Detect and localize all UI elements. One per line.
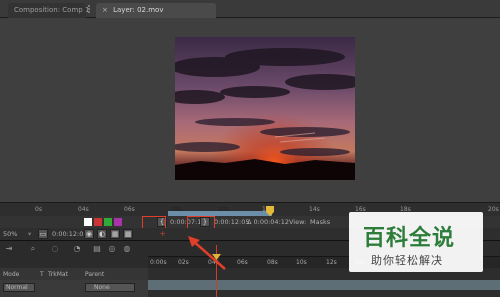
out-time: 0:00:12:05 [214,218,250,226]
view-dropdown[interactable]: Masks [310,218,330,226]
cursor-icon: ✛ [160,230,166,238]
ruler-tick: 10s [218,206,229,213]
timeline-tick: 08s [267,259,278,266]
t-column-label: T [40,271,44,278]
layer-duration-bar[interactable] [148,280,500,290]
mode-column-label: Mode [3,271,20,278]
parent-column-label: Parent [85,271,105,278]
watermark-subtitle: 助你轻松解决 [371,254,443,267]
search-icon[interactable]: ⌕ [28,244,38,254]
hide-shy-layers-icon[interactable]: ◔ [72,244,82,254]
layer-viewer[interactable] [0,18,500,202]
transparency-grid-icon[interactable]: ▩ [123,229,133,239]
tab-grip-icon[interactable] [88,5,94,13]
camera-icon[interactable]: ◉ [84,229,94,239]
fit-icon[interactable]: ▭ [38,229,48,239]
chevron-down-icon[interactable]: ▾ [28,230,31,238]
red-channel-icon[interactable] [94,218,102,226]
time-display[interactable]: 0:00:12:05 [52,230,88,238]
ruler-tick: 0s [35,206,42,213]
white-swatch-icon[interactable] [84,218,92,226]
duration: Δ 0:00:04:12 [247,218,290,226]
trkmat-column-label: TrkMat [48,271,68,278]
tab-layer-label: Layer: 02.mov [113,6,164,14]
ruler-tick: 06s [124,206,135,213]
tab-composition[interactable]: Composition: Comp 1 [8,3,90,18]
layer-row[interactable]: Normal None [0,280,148,297]
ruler-tick: 04s [78,206,89,213]
grid-icon[interactable]: ▦ [110,229,120,239]
mode-dropdown[interactable]: Normal [3,283,35,292]
motion-blur-icon[interactable]: ◎ [107,244,117,254]
video-frame [175,37,355,180]
zoom-dropdown[interactable]: 50% [3,230,17,238]
timeline-tick: 12s [326,259,337,266]
timeline-tick: 0:00s [150,259,167,266]
annotation-arrow [188,236,226,270]
layer-track[interactable] [148,268,500,297]
graph-editor-icon[interactable]: ◍ [122,244,132,254]
timeline-tick: 06s [237,259,248,266]
ruler-tick: 08s [171,206,182,213]
tab-composition-label: Composition: Comp 1 [14,6,90,14]
tab-layer[interactable]: × Layer: 02.mov [96,3,216,18]
frame-blending-icon[interactable]: ▤ [92,244,102,254]
channel-icon[interactable]: ◐ [97,229,107,239]
watermark-logo: 百科全说 助你轻松解决 [349,212,483,272]
draft-3d-icon[interactable]: ◌ [50,244,60,254]
sunset-image [175,37,355,180]
comp-mini-flowchart-icon[interactable]: ⇥ [4,244,14,254]
panel-tab-bar: Composition: Comp 1 × Layer: 02.mov [0,0,500,18]
layer-column-header: Mode T TrkMat Parent [0,268,148,280]
green-channel-icon[interactable] [104,218,112,226]
watermark-title: 百科全说 [363,226,456,251]
timeline-tick: 10s [296,259,307,266]
blue-channel-icon[interactable] [114,218,122,226]
ruler-tick: 14s [309,206,320,213]
view-label: View: [289,218,307,226]
ruler-tick: 20s [488,206,499,213]
close-icon[interactable]: × [102,6,108,14]
parent-dropdown[interactable]: None [85,283,135,292]
